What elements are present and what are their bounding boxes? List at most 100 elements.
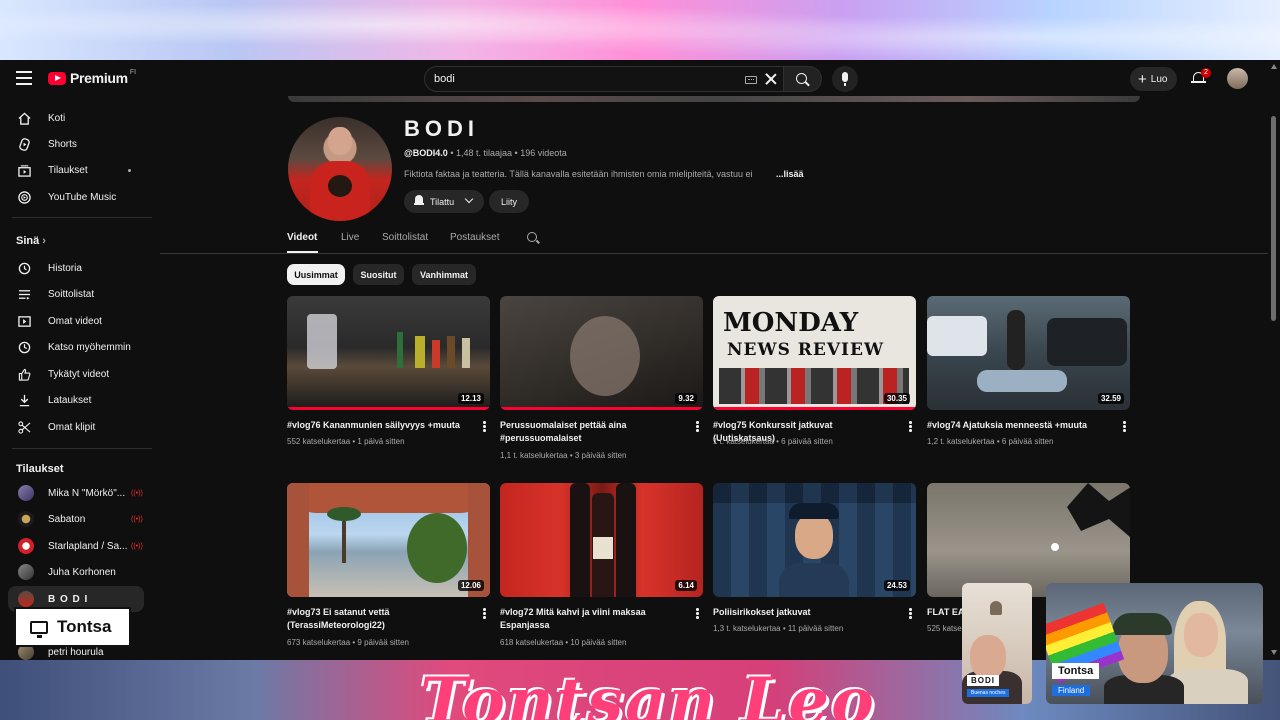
video-duration: 32.59 xyxy=(1097,393,1124,404)
video-thumbnail[interactable]: MONDAY NEWS REVIEW 30.35 xyxy=(713,296,916,410)
watch-progress-bar xyxy=(500,407,703,410)
search-value: bodi xyxy=(434,73,455,85)
voice-search-button[interactable] xyxy=(832,66,858,92)
tab-live[interactable]: Live xyxy=(341,232,359,243)
more-options-icon[interactable] xyxy=(909,421,912,432)
live-icon: ((•)) xyxy=(131,515,143,523)
video-title[interactable]: #vlog73 Ei satanut vettä (TerassiMeteoro… xyxy=(287,606,467,632)
sidebar-item-label: YouTube Music xyxy=(48,191,117,203)
video-duration: 6.14 xyxy=(675,580,697,591)
sidebar-item-liked-videos[interactable]: Tykätyt videot xyxy=(8,361,144,387)
video-thumbnail[interactable]: 12.13 xyxy=(287,296,490,410)
chip-newest[interactable]: Uusimmat xyxy=(287,264,345,285)
sidebar-sub-sabaton[interactable]: Sabaton ((•)) xyxy=(8,506,144,532)
video-title[interactable]: Perussuomalaiset pettää aina #perussuoma… xyxy=(500,419,680,445)
sidebar-item-label: Juha Korhonen xyxy=(48,566,116,578)
scroll-down-icon[interactable] xyxy=(1271,650,1277,655)
more-options-icon[interactable] xyxy=(483,421,486,432)
sidebar-item-youtube-music[interactable]: YouTube Music xyxy=(8,184,144,210)
logo-text: Premium xyxy=(70,70,128,86)
video-thumbnail[interactable]: 9.32 xyxy=(500,296,703,410)
chip-oldest[interactable]: Vanhimmat xyxy=(412,264,476,285)
sidebar-item-playlists[interactable]: Soittolistat xyxy=(8,281,144,307)
sidebar-item-shorts[interactable]: Shorts xyxy=(8,131,144,157)
sidebar-item-watch-later[interactable]: Katso myöhemmin xyxy=(8,334,144,360)
watch-later-icon xyxy=(18,341,31,353)
more-options-icon[interactable] xyxy=(696,608,699,619)
page-scrollbar[interactable] xyxy=(1268,60,1280,660)
chevron-down-icon xyxy=(464,194,474,204)
channel-description[interactable]: Fiktiota faktaa ja teatteria. Tällä kana… xyxy=(404,169,779,179)
sidebar-divider xyxy=(12,217,152,218)
video-count: 196 videota xyxy=(520,148,567,158)
tab-videos[interactable]: Videot xyxy=(287,232,317,243)
video-thumbnail[interactable]: 6.14 xyxy=(500,483,703,597)
tab-posts[interactable]: Postaukset xyxy=(450,232,499,243)
join-button[interactable]: Liity xyxy=(489,190,529,213)
video-thumbnail[interactable] xyxy=(927,483,1130,597)
video-thumbnail[interactable]: 12.06 xyxy=(287,483,490,597)
sidebar-item-label: Mika N "Mörkö"... xyxy=(48,487,126,499)
video-thumbnail[interactable]: 24.53 xyxy=(713,483,916,597)
sidebar-item-downloads[interactable]: Lataukset xyxy=(8,387,144,413)
channel-handle: @BODI4.0 xyxy=(404,148,448,158)
video-thumbnail[interactable]: 32.59 xyxy=(927,296,1130,410)
sidebar-item-home[interactable]: Koti xyxy=(8,105,144,131)
tabs-divider xyxy=(160,253,1268,254)
account-avatar[interactable] xyxy=(1227,68,1248,89)
video-title[interactable]: #vlog74 Ajatuksia menneestä +muuta xyxy=(927,419,1107,432)
video-title[interactable]: #vlog76 Kananmunien säilyvyys +muuta xyxy=(287,419,467,432)
like-icon xyxy=(18,368,31,381)
channel-avatar-large[interactable] xyxy=(288,117,392,221)
chip-popular[interactable]: Suositut xyxy=(353,264,404,285)
video-duration: 12.06 xyxy=(457,580,484,591)
keyboard-icon[interactable] xyxy=(745,76,757,84)
video-duration: 30.35 xyxy=(883,393,910,404)
section-you-title[interactable]: Sinä › xyxy=(16,235,46,247)
sidebar-sub-juha-korhonen[interactable]: Juha Korhonen xyxy=(8,559,144,585)
video-meta: 1,1 t. katselukertaa • 3 päivää sitten xyxy=(500,451,627,460)
menu-icon[interactable] xyxy=(16,71,32,85)
video-meta: 618 katselukertaa • 10 päivää sitten xyxy=(500,638,627,647)
cam-subtitle: Finland xyxy=(1052,685,1091,696)
top-bar: Premium FI bodi + Luo 2 xyxy=(0,60,1280,98)
search-icon xyxy=(796,73,807,84)
sidebar-item-history[interactable]: Historia xyxy=(8,255,144,281)
screen-share-label: Tontsa xyxy=(14,607,131,647)
thumbnail-text: NEWS REVIEW xyxy=(727,340,885,360)
create-button[interactable]: + Luo xyxy=(1130,67,1177,91)
section-subscriptions-title: Tilaukset xyxy=(16,463,64,475)
video-title[interactable]: #vlog72 Mitä kahvi ja viini maksaa Espan… xyxy=(500,606,680,632)
subscribed-button[interactable]: Tilattu xyxy=(404,190,484,213)
more-options-icon[interactable] xyxy=(1123,421,1126,432)
more-options-icon[interactable] xyxy=(483,608,486,619)
sidebar-item-clips[interactable]: Omat klipit xyxy=(8,414,144,440)
tab-playlists[interactable]: Soittolistat xyxy=(382,232,428,243)
scroll-up-icon[interactable] xyxy=(1271,64,1277,69)
description-more-link[interactable]: ...lisää xyxy=(776,169,804,179)
subscribed-label: Tilattu xyxy=(430,196,455,207)
clear-search-icon[interactable] xyxy=(763,71,779,87)
video-duration: 24.53 xyxy=(883,580,910,591)
download-icon xyxy=(19,394,30,406)
sidebar-sub-mika[interactable]: Mika N "Mörkö"... ((•)) xyxy=(8,480,144,506)
youtube-window: Premium FI bodi + Luo 2 Koti Shorts Tila… xyxy=(0,60,1280,660)
sidebar-sub-starlapland[interactable]: Starlapland / Sa... ((•)) xyxy=(8,533,144,559)
webcam-tontsa: Tontsa Finland xyxy=(1046,583,1263,704)
more-options-icon[interactable] xyxy=(696,421,699,432)
search-button[interactable] xyxy=(784,66,822,92)
search-input[interactable]: bodi xyxy=(424,66,784,92)
channel-search-icon[interactable] xyxy=(527,232,537,242)
scroll-thumb[interactable] xyxy=(1271,116,1276,321)
video-meta: 1,3 t. katselukertaa • 11 päivää sitten xyxy=(713,624,844,633)
video-title[interactable]: Poliisirikokset jatkuvat xyxy=(713,606,893,619)
subscriptions-icon xyxy=(18,164,31,177)
sidebar-item-label: Koti xyxy=(48,112,66,124)
video-duration: 9.32 xyxy=(675,393,697,404)
youtube-logo[interactable]: Premium FI xyxy=(48,69,136,86)
sidebar-item-label: Omat klipit xyxy=(48,421,96,433)
cam-subtitle: Buenas noches xyxy=(967,689,1010,697)
sidebar-item-subscriptions[interactable]: Tilaukset xyxy=(8,157,144,183)
sidebar-item-your-videos[interactable]: Omat videot xyxy=(8,308,144,334)
more-options-icon[interactable] xyxy=(909,608,912,619)
